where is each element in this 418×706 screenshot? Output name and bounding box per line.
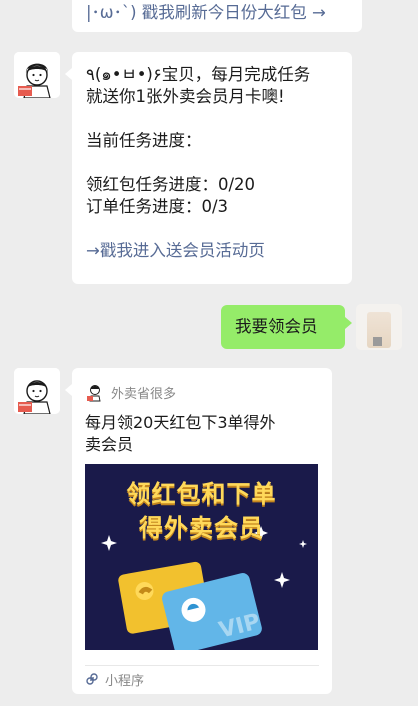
- task-progress-bubble: ٩(๑•ㅂ•)۶宝贝，每月完成任务 就送你1张外卖会员月卡噢! 当前任务进度： …: [65, 52, 352, 284]
- user-message-bubble: 我要领会员: [221, 305, 352, 349]
- mini-program-divider: [85, 665, 319, 666]
- task-intro-line1: ٩(๑•ㅂ•)۶宝贝，每月完成任务: [86, 65, 311, 84]
- order-progress: 订单任务进度：0/3: [86, 197, 229, 216]
- cartoon-boy-icon: [14, 52, 60, 98]
- mini-program-link-icon: [86, 673, 98, 685]
- mini-program-card[interactable]: 外卖省很多 每月领20天红包下3单得外 卖会员 领红包和下单 得外卖会员 VIP…: [65, 368, 332, 694]
- progress-title: 当前任务进度：: [86, 131, 202, 150]
- mini-program-title: 每月领20天红包下3单得外 卖会员: [85, 412, 276, 456]
- bot-avatar[interactable]: [14, 52, 60, 98]
- mini-program-banner[interactable]: 领红包和下单 得外卖会员 VIP: [85, 464, 318, 650]
- mini-program-footer-label: 小程序: [105, 673, 145, 689]
- mini-program-avatar-icon: [85, 382, 105, 402]
- user-message-text: 我要领会员: [235, 317, 318, 336]
- mini-program-title-line2: 卖会员: [85, 435, 134, 454]
- banner-line1: 领红包和下单: [126, 480, 277, 508]
- user-avatar[interactable]: [356, 304, 402, 350]
- cartoon-boy-icon: [14, 368, 60, 414]
- refresh-hongbao-link[interactable]: |･ω･`) 戳我刷新今日份大红包 →: [86, 2, 326, 24]
- banner-line2: 得外卖会员: [139, 514, 264, 542]
- mini-program-header: 外卖省很多: [85, 381, 176, 403]
- bot-avatar-2[interactable]: [14, 368, 60, 414]
- hongbao-progress: 领红包任务进度：0/20: [86, 175, 256, 194]
- mini-program-footer: 小程序: [85, 670, 145, 689]
- task-intro-line2: 就送你1张外卖会员月卡噢!: [86, 87, 285, 106]
- member-activity-link[interactable]: →戳我进入送会员活动页: [86, 240, 310, 262]
- blurred-photo-detail: [373, 337, 382, 346]
- mini-program-source: 外卖省很多: [111, 386, 177, 402]
- mini-program-title-line1: 每月领20天红包下3单得外: [85, 413, 276, 432]
- top-link-bubble[interactable]: |･ω･`) 戳我刷新今日份大红包 →: [72, 0, 362, 32]
